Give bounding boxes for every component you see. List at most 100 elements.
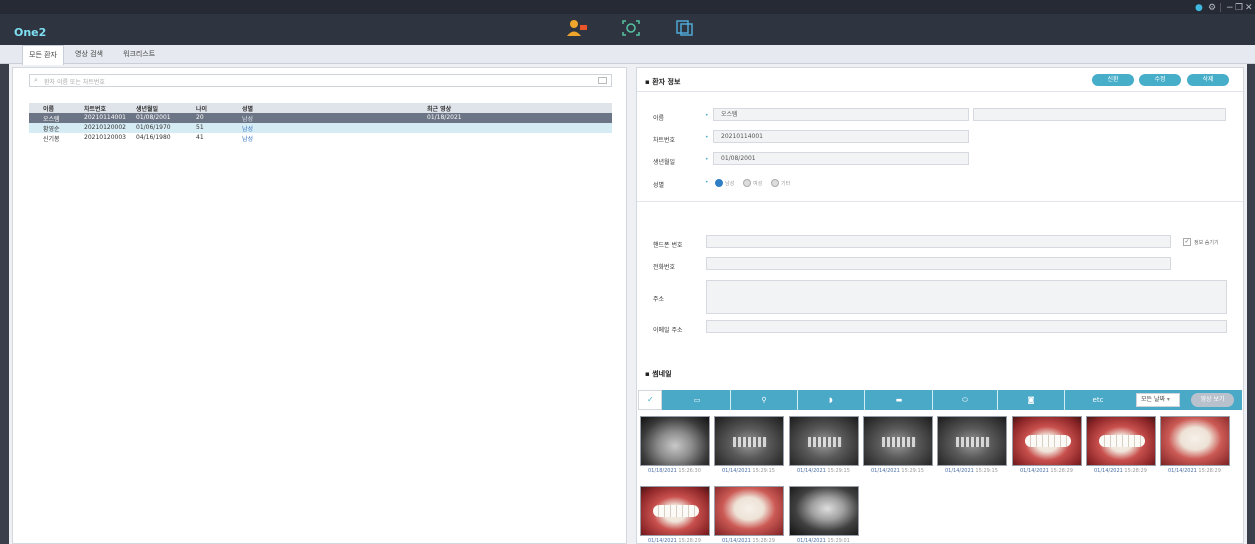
col-header-dob[interactable]: 생년월일: [136, 104, 158, 113]
thumbnail-date: 01/14/2021 15:29:15: [945, 468, 998, 474]
table-row[interactable]: 황영순 20210120002 01/06/1970 51 남성: [29, 123, 612, 133]
tab-all-patients[interactable]: 모든 환자: [22, 45, 64, 65]
thumbnail-image[interactable]: [640, 416, 710, 466]
left-frame-rail: [0, 64, 9, 544]
filter-etc-button[interactable]: etc: [1089, 394, 1107, 406]
thumbnail-date-text: 01/14/2021: [1168, 468, 1199, 474]
cell-dob: 04/16/1980: [136, 134, 171, 141]
filter-camera-icon[interactable]: ⬭: [959, 394, 971, 406]
phone-field[interactable]: [706, 257, 1171, 270]
address-field[interactable]: [706, 280, 1227, 314]
thumbnail-time-text: 15:29:15: [752, 468, 775, 474]
cell-dob: 01/06/1970: [136, 124, 171, 131]
chart-number-field[interactable]: 20210114001: [713, 130, 969, 143]
mobile-label: 핸드폰 번호: [653, 242, 683, 249]
search-icon: ⌕: [34, 76, 38, 84]
table-row[interactable]: 오스템 20210114001 01/08/2001 20 남성 01/18/2…: [29, 113, 612, 123]
thumbnail-date: 01/14/2021 15:28:29: [1020, 468, 1073, 474]
teeth-graphic: [653, 505, 699, 517]
thumbnail-image[interactable]: [714, 416, 784, 466]
cell-dob: 01/08/2001: [136, 114, 171, 121]
filter-ceph-icon[interactable]: ◗: [825, 394, 837, 406]
pano-teeth-graphic: [733, 437, 767, 447]
cell-sex: 남성: [242, 136, 254, 143]
name-field[interactable]: 오스템: [713, 108, 969, 121]
close-icon[interactable]: ✕: [1245, 3, 1253, 13]
viewer-mode-icon[interactable]: [673, 18, 695, 38]
thumbnail-date: 01/14/2021 15:28:29: [648, 538, 701, 544]
main-tab-bar: 모든 환자 영상 검색 워크리스트: [0, 45, 1255, 65]
teeth-graphic: [1099, 435, 1145, 447]
col-header-age[interactable]: 나이: [196, 104, 207, 113]
divider: [997, 390, 998, 410]
table-header-row: 이름 차트번호 생년월일 나이 성별 최근 영상: [29, 103, 612, 113]
thumbnail-image[interactable]: [789, 416, 859, 466]
thumbnail-image[interactable]: [1086, 416, 1156, 466]
chevron-down-icon: ▾: [1166, 396, 1170, 403]
patient-search-input[interactable]: ⌕ 환자 이름 또는 차트번호: [29, 74, 612, 87]
divider: [637, 201, 1245, 202]
thumbnail-image[interactable]: [937, 416, 1007, 466]
col-header-recent[interactable]: 최근 영상: [427, 104, 451, 113]
thumbnail-image[interactable]: [714, 486, 784, 536]
tab-image-search[interactable]: 영상 검색: [69, 45, 109, 64]
select-all-checkbox[interactable]: ✓: [638, 390, 662, 410]
col-header-chart[interactable]: 차트번호: [84, 104, 106, 113]
right-frame-rail: [1247, 64, 1255, 544]
table-row[interactable]: 신기봉 20210120003 04/16/1980 41 남성: [29, 133, 612, 143]
name-extra-field[interactable]: [973, 108, 1226, 121]
thumbnail-image[interactable]: [640, 486, 710, 536]
thumbnail-time-text: 15:29:15: [901, 468, 924, 474]
pano-teeth-graphic: [882, 437, 916, 447]
filter-photo-icon[interactable]: ◙: [1025, 394, 1037, 406]
pano-teeth-graphic: [808, 437, 842, 447]
search-placeholder: 환자 이름 또는 차트번호: [44, 79, 105, 86]
thumbnail-image[interactable]: [1012, 416, 1082, 466]
dob-field[interactable]: 01/08/2001: [713, 152, 969, 165]
hide-info-label: 정보 숨기기: [1194, 240, 1219, 246]
view-image-button[interactable]: 영상 보기: [1191, 393, 1234, 407]
thumbnail-image[interactable]: [789, 486, 859, 536]
divider: [1064, 390, 1065, 410]
filter-tooth-icon[interactable]: ⚲: [758, 394, 770, 406]
hide-info-checkbox[interactable]: ✓: [1183, 238, 1191, 246]
date-filter-value: 모든 날짜: [1141, 396, 1165, 403]
email-field[interactable]: [706, 320, 1227, 333]
cell-chart: 20210114001: [84, 114, 126, 121]
minimize-icon[interactable]: −: [1226, 3, 1234, 13]
col-header-sex[interactable]: 성별: [242, 104, 253, 113]
maximize-icon[interactable]: ❐: [1235, 3, 1243, 13]
thumbnail-title: ▪ 썸네일: [645, 370, 672, 378]
sex-radio-male[interactable]: [715, 179, 723, 187]
tab-worklist[interactable]: 워크리스트: [117, 45, 161, 64]
divider: [797, 390, 798, 410]
window-top-strip: [0, 0, 1255, 14]
thumbnail-date-text: 01/14/2021: [1094, 468, 1125, 474]
thumbnail-time-text: 15:28:29: [1198, 468, 1221, 474]
settings-icon[interactable]: ⚙: [1208, 3, 1216, 13]
email-label: 이메일 주소: [653, 327, 683, 334]
edit-patient-button[interactable]: 수정: [1139, 74, 1181, 86]
dob-label: 생년월일: [653, 159, 676, 166]
patient-mode-icon[interactable]: [566, 18, 588, 38]
thumbnail-image[interactable]: [1160, 416, 1230, 466]
keyboard-icon[interactable]: [598, 77, 607, 84]
scan-mode-icon[interactable]: [620, 18, 642, 38]
thumbnail-date: 01/14/2021 15:29:15: [797, 468, 850, 474]
date-filter-select[interactable]: 모든 날짜 ▾: [1136, 393, 1180, 407]
filter-pano-icon[interactable]: ▭: [691, 394, 703, 406]
cell-sex: 남성: [242, 116, 254, 123]
window-control-divider: |: [1219, 3, 1223, 13]
sex-radio-female-label: 여성: [753, 181, 763, 187]
sex-radio-female[interactable]: [743, 179, 751, 187]
filter-scan-icon[interactable]: ▬: [893, 394, 905, 406]
new-patient-button[interactable]: 신환: [1092, 74, 1134, 86]
mobile-field[interactable]: [706, 235, 1171, 248]
thumbnail-date-text: 01/14/2021: [797, 538, 828, 544]
col-header-name[interactable]: 이름: [43, 104, 54, 113]
delete-patient-button[interactable]: 삭제: [1187, 74, 1229, 86]
required-marker: •: [705, 179, 709, 186]
sex-radio-other[interactable]: [771, 179, 779, 187]
thumbnail-image[interactable]: [863, 416, 933, 466]
divider: [730, 390, 731, 410]
